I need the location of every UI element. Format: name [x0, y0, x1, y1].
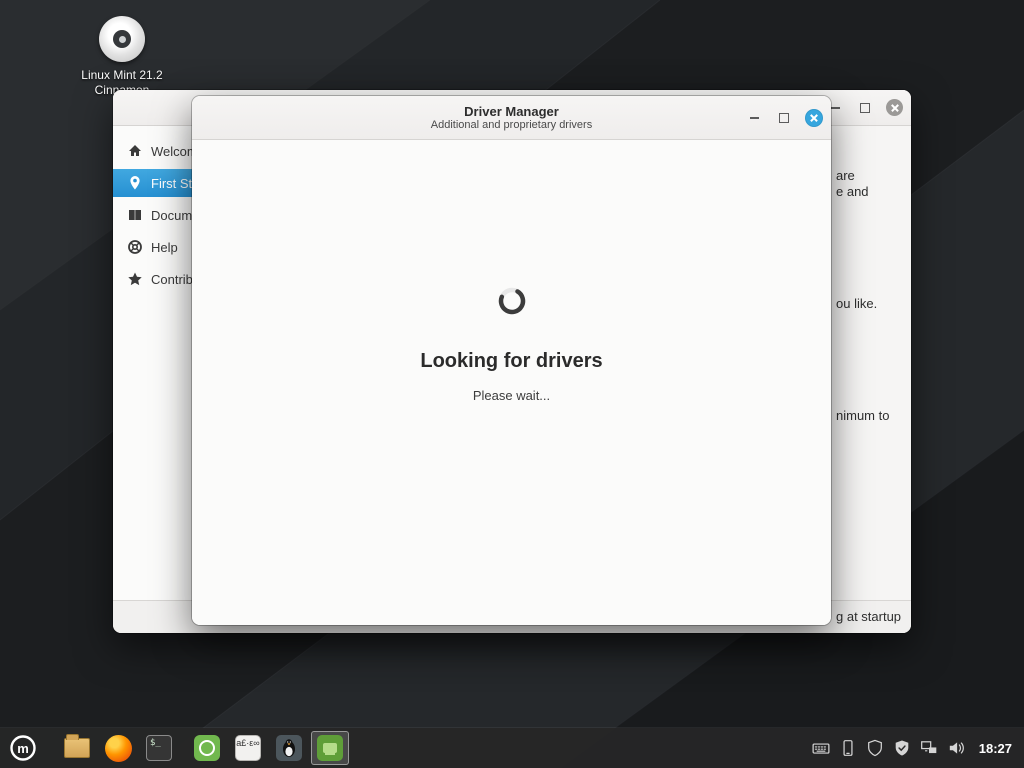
text-fragment: e and: [836, 184, 869, 199]
disc-icon: [99, 16, 145, 62]
taskbar: m $_ a£·ε∞: [0, 728, 1024, 768]
mint-logo-icon: m: [9, 734, 37, 762]
firewall-shield-icon[interactable]: [865, 738, 885, 758]
window-title: Driver Manager: [464, 104, 559, 119]
desktop: Linux Mint 21.2 Cinnamon Welcome First S…: [0, 0, 1024, 768]
window-button-welcome[interactable]: [188, 731, 226, 765]
volume-icon[interactable]: [946, 738, 966, 758]
terminal-icon: $_: [146, 735, 172, 761]
desktop-icon-linux-mint-iso[interactable]: Linux Mint 21.2 Cinnamon: [74, 16, 170, 98]
sidebar-item-label: Help: [151, 240, 178, 255]
loading-spinner-icon: [497, 286, 527, 316]
close-icon[interactable]: [886, 99, 903, 116]
minimize-icon[interactable]: [745, 109, 763, 127]
please-wait-status: Please wait...: [473, 388, 550, 403]
driver-manager-titlebar[interactable]: Driver Manager Additional and proprietar…: [192, 96, 831, 140]
window-button-character-map[interactable]: a£·ε∞: [229, 731, 267, 765]
text-fragment: are: [836, 168, 855, 183]
folder-icon: [64, 738, 90, 758]
clock[interactable]: 18:27: [979, 741, 1012, 756]
window-subtitle: Additional and proprietary drivers: [431, 119, 592, 132]
window-list: a£·ε∞: [188, 731, 349, 765]
firefox-launcher[interactable]: [103, 733, 133, 763]
driver-manager-window: Driver Manager Additional and proprietar…: [192, 96, 831, 625]
update-manager-icon[interactable]: [892, 738, 912, 758]
network-icon[interactable]: [919, 738, 939, 758]
text-fragment: nimum to: [836, 408, 889, 423]
home-icon: [127, 143, 143, 159]
pin-icon: [127, 175, 143, 191]
files-launcher[interactable]: [62, 733, 92, 763]
text-fragment: ou like.: [836, 296, 877, 311]
launcher-area: $_: [62, 733, 174, 763]
tux-penguin-icon: [276, 735, 302, 761]
notes-tablet-icon[interactable]: [838, 738, 858, 758]
book-icon: [127, 207, 143, 223]
welcome-app-icon: [194, 735, 220, 761]
system-tray: 18:27: [811, 738, 1024, 758]
keyboard-layout-icon[interactable]: [811, 738, 831, 758]
driver-manager-icon: [317, 735, 343, 761]
star-icon: [127, 271, 143, 287]
terminal-launcher[interactable]: $_: [144, 733, 174, 763]
driver-manager-content: Looking for drivers Please wait...: [192, 140, 831, 625]
mint-menu-button[interactable]: m: [0, 728, 46, 768]
maximize-icon[interactable]: [775, 109, 793, 127]
window-button-tux-app[interactable]: [270, 731, 308, 765]
window-button-driver-manager[interactable]: [311, 731, 349, 765]
desktop-icon-label-line1: Linux Mint 21.2: [74, 68, 170, 83]
show-at-startup-label-fragment: g at startup: [836, 609, 901, 624]
character-map-icon: a£·ε∞: [235, 735, 261, 761]
firefox-icon: [105, 735, 132, 762]
looking-for-drivers-heading: Looking for drivers: [420, 350, 602, 373]
svg-text:m: m: [17, 741, 29, 756]
close-icon[interactable]: [805, 109, 823, 127]
help-icon: [127, 239, 143, 255]
maximize-icon[interactable]: [856, 99, 874, 117]
